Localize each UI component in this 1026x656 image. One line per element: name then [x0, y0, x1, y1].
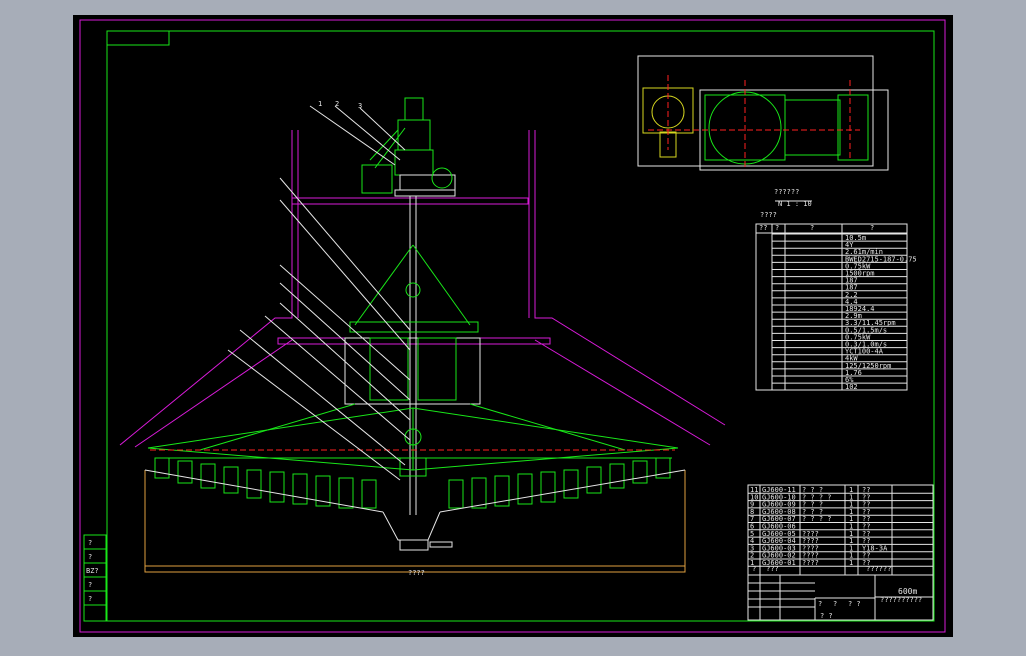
spec-header-1: ?? — [759, 224, 767, 232]
detail-scale: N 1 : 10 — [778, 200, 812, 208]
part-qty: 1 — [849, 559, 853, 567]
detail-view-title: ?????? — [774, 188, 799, 196]
title-block-mark-2: ? — [833, 600, 837, 608]
drawing-canvas[interactable]: ? ? BZ? ? ? ???? 1 2 3 ?????? N 1: 10 ?… — [0, 0, 1026, 652]
leader-label-2: 2 — [335, 100, 339, 108]
parts-footer-3: ?????? — [866, 565, 891, 573]
title-block-mark-4: ? ? — [820, 612, 833, 620]
spec-value: 102 — [845, 383, 858, 391]
spec-header-4: ? — [870, 224, 874, 232]
parts-footer-2: ??? — [766, 565, 779, 573]
left-strip-text-5: ? — [88, 595, 92, 603]
spec-header-3: ? — [810, 224, 814, 232]
left-strip-text-2: ? — [88, 553, 92, 561]
part-name: ???? — [802, 559, 819, 567]
left-strip-text-1: ? — [88, 539, 92, 547]
drawing-main-title: ?????????? — [880, 596, 922, 604]
leader-label-3: 3 — [358, 102, 362, 110]
left-strip-text-3: BZ? — [86, 567, 99, 575]
leader-label-1: 1 — [318, 100, 322, 108]
cad-viewport[interactable]: ? ? BZ? ? ? ???? 1 2 3 ?????? N 1: 10 ?… — [0, 0, 1026, 652]
overall-dimension: ???? — [408, 569, 425, 577]
spec-table-title: ???? — [760, 211, 777, 219]
title-block-mark-1: ? — [818, 600, 822, 608]
spec-header-2: ? — [775, 224, 779, 232]
left-strip-text-4: ? — [88, 581, 92, 589]
title-block-mark-3: ? ? — [848, 600, 861, 608]
parts-footer-1: ? — [752, 565, 756, 573]
drawing-subtitle: 600m — [898, 587, 917, 596]
part-name: ? ? ? ? — [802, 515, 832, 523]
